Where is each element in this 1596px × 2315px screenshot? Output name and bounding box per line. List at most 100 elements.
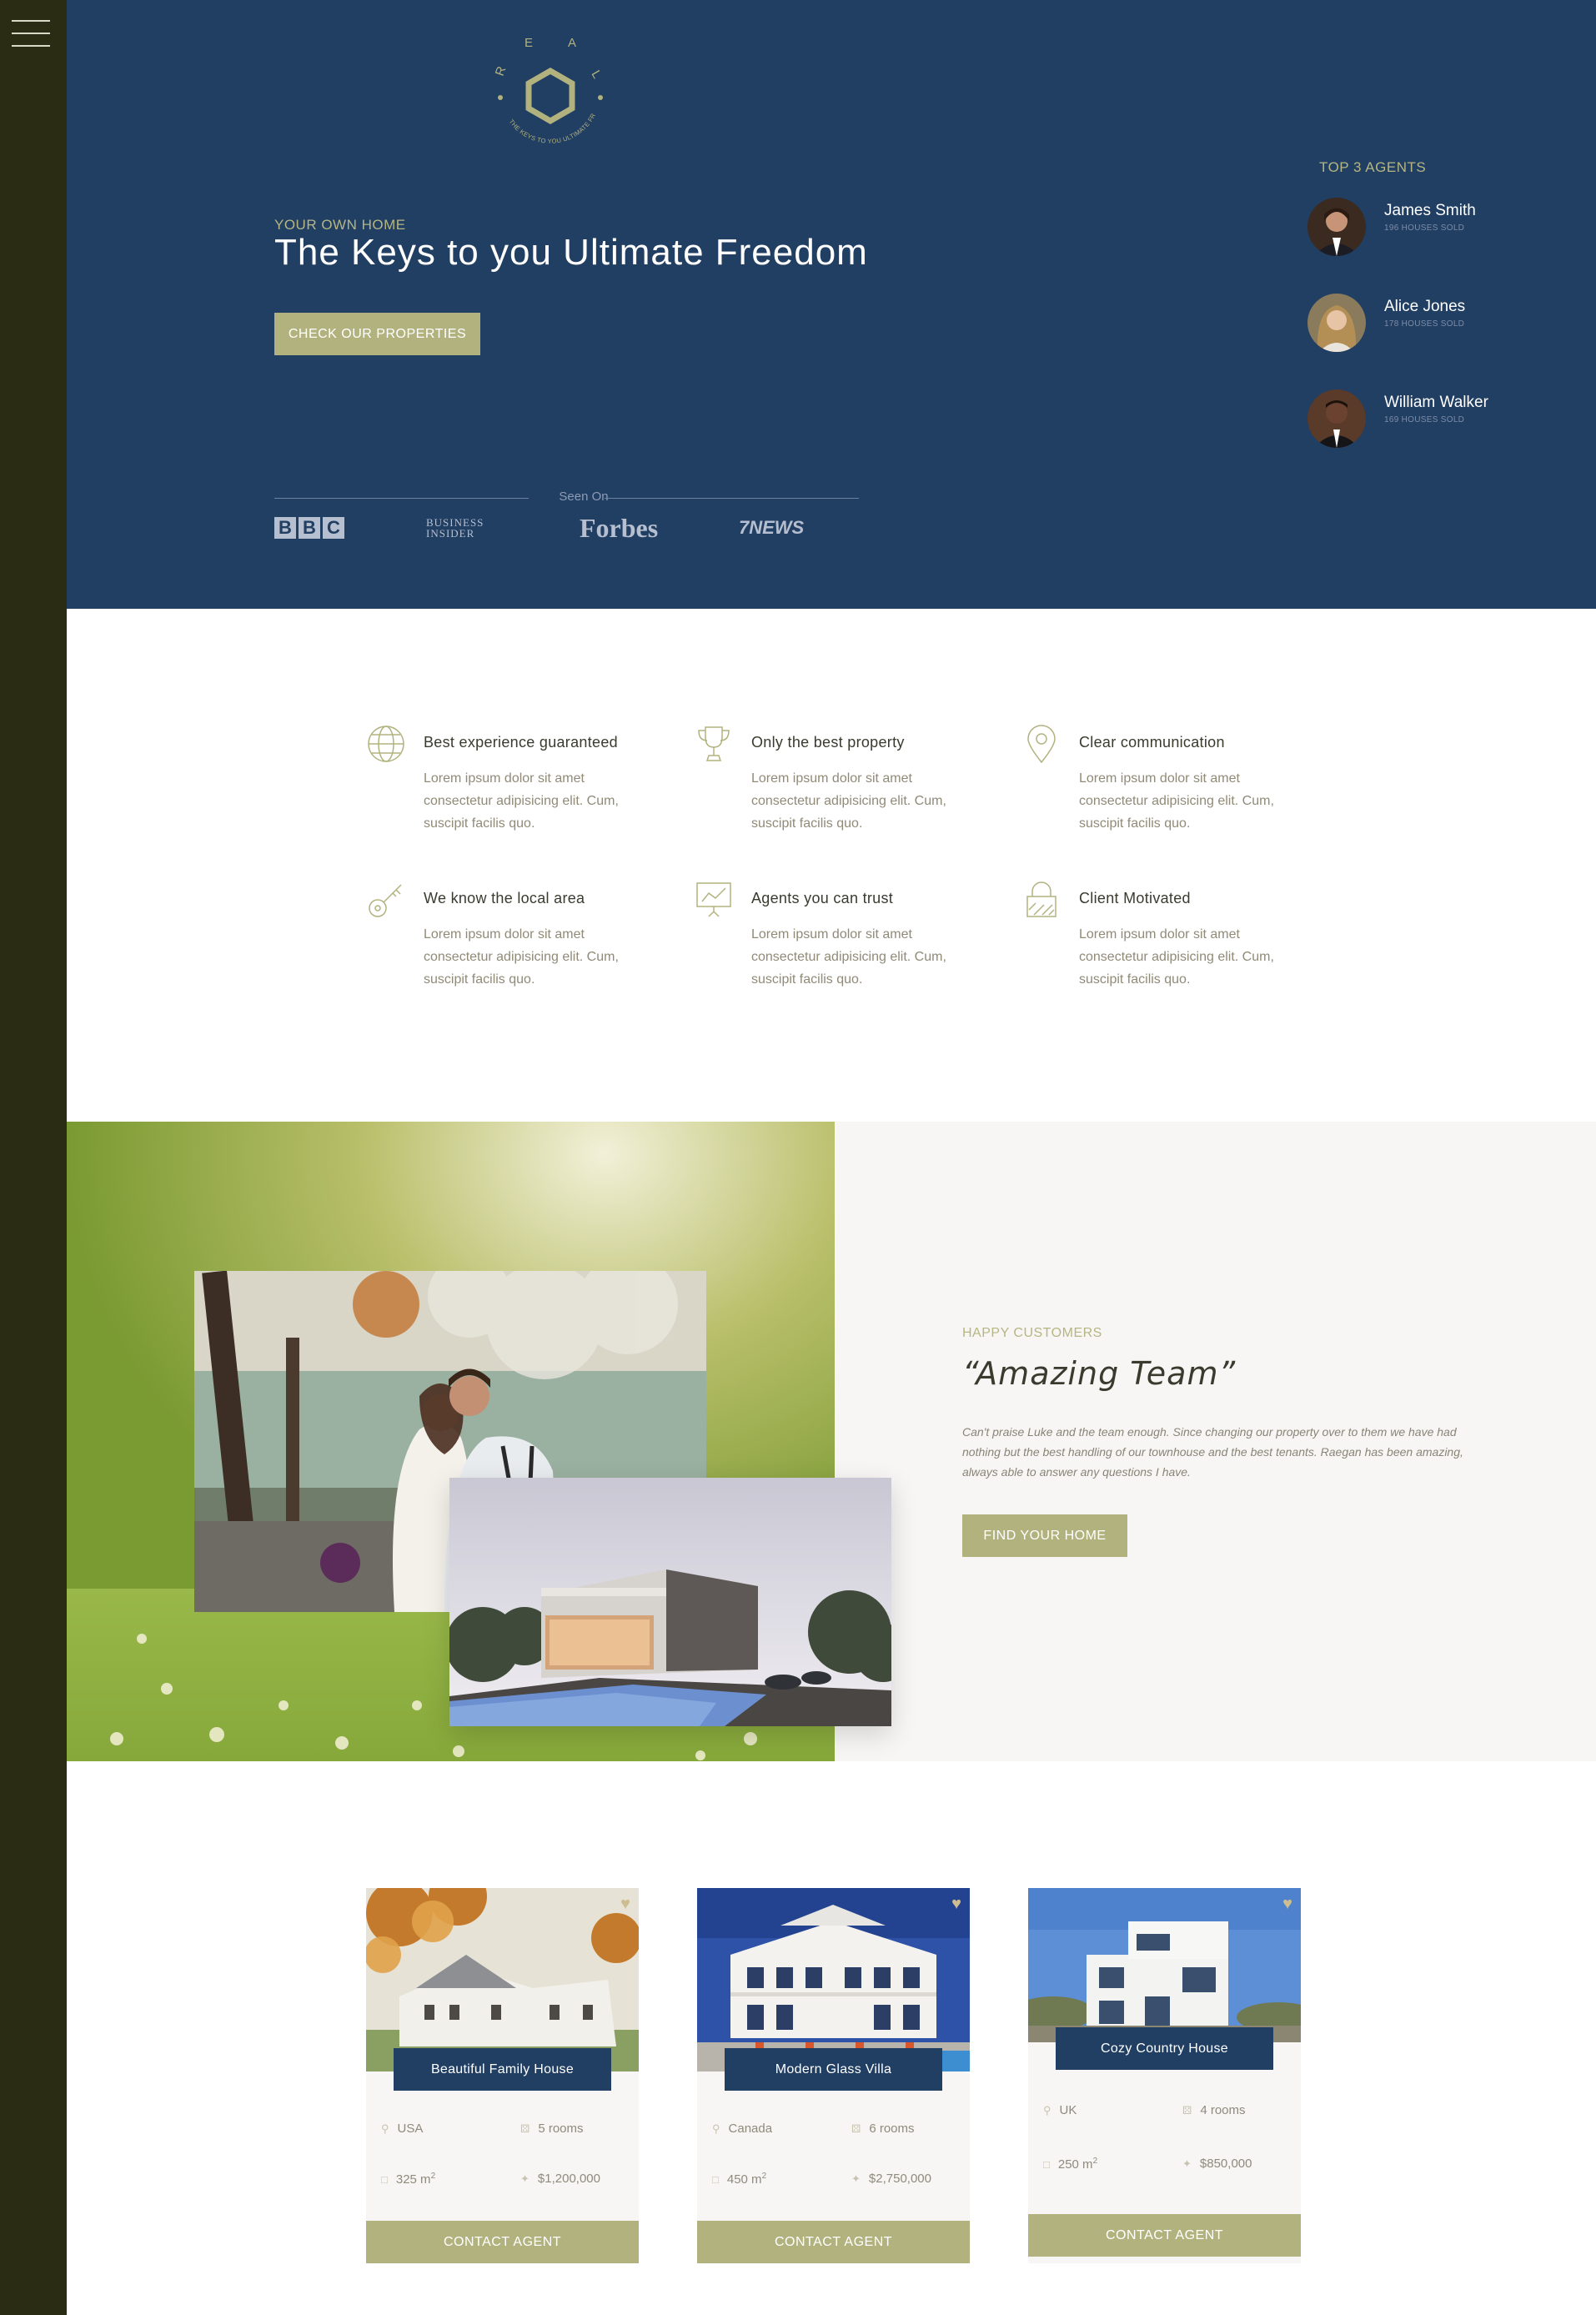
property-name: Modern Glass Villa [725, 2048, 942, 2091]
map-pin-icon [1021, 724, 1061, 764]
feature-title: We know the local area [424, 890, 585, 906]
seen-on-label: Seen On [559, 490, 609, 504]
agent-sold: 178 HOUSES SOLD [1384, 319, 1465, 329]
top-agents-title: TOP 3 AGENTS [1319, 159, 1427, 175]
divider-left [274, 498, 529, 499]
property-card: ♥ Modern Glass Villa ⚲ Canada ⚄ 6 rooms □ 4… [697, 1888, 970, 2263]
feature-item: Client Motivated Lorem ipsum dolor sit a… [1021, 880, 1313, 1005]
feature-title: Agents you can trust [751, 890, 894, 906]
agent-sold: 196 HOUSES SOLD [1384, 223, 1465, 233]
property-area: □ 250 m2 [1043, 2157, 1098, 2172]
feature-item: Best experience guaranteed Lorem ipsum d… [366, 724, 658, 849]
feature-text: Lorem ipsum dolor sit amet consectetur a… [1079, 771, 1274, 831]
area-icon: □ [712, 2173, 719, 2186]
svg-text:R: R [493, 64, 509, 78]
agent-sold: 169 HOUSES SOLD [1384, 415, 1465, 424]
modern-house-photo [449, 1478, 891, 1726]
find-home-button[interactable]: FIND YOUR HOME [962, 1514, 1127, 1557]
sidebar [0, 0, 67, 2315]
feature-item: Clear communication Lorem ipsum dolor si… [1021, 724, 1313, 849]
person-icon: ⚄ [851, 2122, 861, 2135]
property-country: ⚲ USA [381, 2122, 424, 2136]
agent-card[interactable]: James Smith 196 HOUSES SOLD [1307, 198, 1558, 256]
favorite-heart-icon[interactable]: ♥ [951, 1895, 961, 1914]
location-pin-icon: ⚲ [1043, 2104, 1051, 2117]
property-image[interactable] [366, 1888, 639, 2071]
divider-right [605, 498, 859, 499]
feature-title: Best experience guaranteed [424, 734, 618, 751]
location-pin-icon: ⚲ [381, 2122, 389, 2135]
property-name: Cozy Country House [1056, 2027, 1273, 2070]
contact-agent-button[interactable]: CONTACT AGENT [697, 2221, 970, 2263]
feature-text: Lorem ipsum dolor sit amet consectetur a… [751, 771, 946, 831]
favorite-heart-icon[interactable]: ♥ [1282, 1895, 1292, 1914]
property-price: ✦ $850,000 [1182, 2157, 1252, 2171]
business-insider-logo: BUSINESS INSIDER [426, 516, 484, 540]
avatar [1307, 389, 1366, 448]
property-area: □ 325 m2 [381, 2172, 436, 2187]
feature-item: Only the best property Lorem ipsum dolor… [694, 724, 986, 849]
svg-text:E: E [524, 36, 533, 50]
person-icon: ⚄ [1182, 2104, 1192, 2117]
property-rooms: ⚄ 5 rooms [520, 2122, 584, 2136]
property-country: ⚲ Canada [712, 2122, 773, 2136]
avatar [1307, 294, 1366, 352]
agent-card[interactable]: William Walker 169 HOUSES SOLD [1307, 389, 1558, 448]
property-card: ♥ Beautiful Family House ⚲ USA ⚄ 5 rooms □… [366, 1888, 639, 2263]
properties-section: ♥ Beautiful Family House ⚲ USA ⚄ 5 rooms □… [67, 1761, 1596, 2315]
property-country: ⚲ UK [1043, 2103, 1077, 2117]
key-icon [366, 880, 406, 920]
features-section: Best experience guaranteed Lorem ipsum d… [67, 609, 1596, 1122]
contact-agent-button[interactable]: CONTACT AGENT [366, 2221, 639, 2263]
property-image[interactable] [697, 1888, 970, 2071]
feature-title: Clear communication [1079, 734, 1225, 751]
area-icon: □ [1043, 2158, 1050, 2171]
check-properties-button[interactable]: CHECK OUR PROPERTIES [274, 313, 480, 355]
feature-text: Lorem ipsum dolor sit amet consectetur a… [424, 771, 619, 831]
property-image[interactable] [1028, 1888, 1301, 2042]
bbc-logo: BBC [274, 509, 347, 547]
real-logo[interactable]: R E A L THE KEYS TO YOU ULTIMATE FREEDOM [485, 19, 613, 167]
testimonial-kicker: HAPPY CUSTOMERS [962, 1326, 1102, 1340]
feature-text: Lorem ipsum dolor sit amet consectetur a… [1079, 927, 1274, 987]
7news-logo: 7NEWS [739, 517, 805, 538]
agent-card[interactable]: Alice Jones 178 HOUSES SOLD [1307, 294, 1558, 352]
property-rooms: ⚄ 4 rooms [1182, 2103, 1246, 2117]
feature-title: Client Motivated [1079, 890, 1191, 906]
avatar [1307, 198, 1366, 256]
location-pin-icon: ⚲ [712, 2122, 720, 2135]
svg-text:A: A [568, 36, 576, 50]
tag-icon: ✦ [851, 2172, 861, 2185]
property-price: ✦ $2,750,000 [851, 2172, 931, 2186]
favorite-heart-icon[interactable]: ♥ [620, 1895, 630, 1914]
area-icon: □ [381, 2173, 388, 2186]
agent-name: Alice Jones [1384, 298, 1466, 315]
testimonial-title: “Amazing Team” [962, 1355, 1237, 1392]
lock-icon [1021, 880, 1061, 920]
hero-section: R E A L THE KEYS TO YOU ULTIMATE FREEDOM… [67, 0, 1596, 609]
forbes-logo: Forbes [580, 512, 659, 543]
feature-text: Lorem ipsum dolor sit amet consectetur a… [424, 927, 619, 987]
feature-title: Only the best property [751, 734, 905, 751]
hamburger-menu-icon[interactable] [12, 18, 50, 48]
property-card: ♥ Cozy Country House ⚲ UK ⚄ 4 rooms □ 250 m… [1028, 1888, 1301, 2263]
globe-icon [366, 724, 406, 764]
feature-item: We know the local area Lorem ipsum dolor… [366, 880, 658, 1005]
agent-name: William Walker [1384, 394, 1488, 411]
property-name: Beautiful Family House [394, 2048, 611, 2091]
testimonial-section: HAPPY CUSTOMERS “Amazing Team” Can't pra… [67, 1122, 1596, 1761]
tag-icon: ✦ [1182, 2157, 1192, 2170]
svg-text:L: L [589, 68, 605, 82]
presentation-chart-icon [694, 880, 734, 920]
property-price: ✦ $1,200,000 [520, 2172, 600, 2186]
property-area: □ 450 m2 [712, 2172, 767, 2187]
person-icon: ⚄ [520, 2122, 530, 2135]
tag-icon: ✦ [520, 2172, 529, 2185]
contact-agent-button[interactable]: CONTACT AGENT [1028, 2214, 1301, 2257]
trophy-icon [694, 724, 734, 764]
feature-text: Lorem ipsum dolor sit amet consectetur a… [751, 927, 946, 987]
feature-item: Agents you can trust Lorem ipsum dolor s… [694, 880, 986, 1005]
agent-name: James Smith [1384, 202, 1476, 219]
testimonial-quote: Can't praise Luke and the team enough. S… [962, 1425, 1463, 1479]
hero-title: The Keys to you Ultimate Freedom [274, 232, 868, 273]
